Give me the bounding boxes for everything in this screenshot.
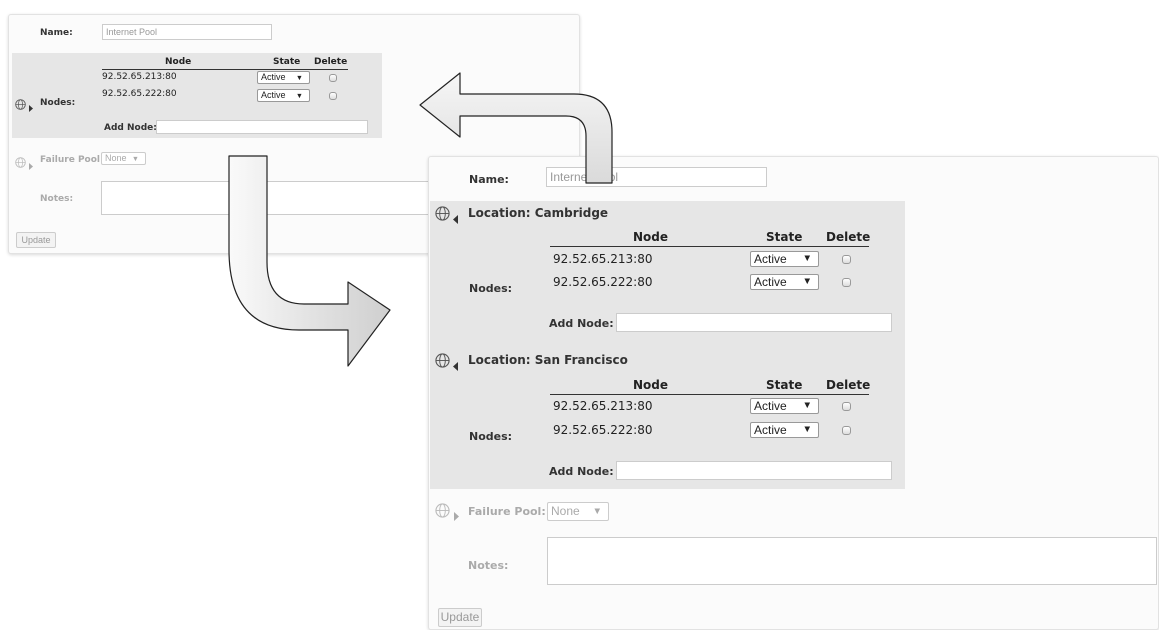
node-column-header: Node [633, 378, 669, 392]
nodes-section: Node State Delete Nodes: 92.52.65.213:80… [12, 53, 382, 138]
state-value: Active [754, 275, 787, 289]
add-node-label: Add Node: [549, 317, 614, 330]
failure-pool-label: Failure Pool: [468, 505, 546, 518]
state-value: Active [754, 252, 787, 266]
state-value: Active [261, 72, 286, 82]
delete-column-header: Delete [314, 57, 348, 67]
failure-pool-value: None [551, 504, 580, 518]
globe-icon [15, 153, 26, 172]
update-button[interactable]: Update [16, 232, 56, 248]
triangle-left-icon[interactable] [453, 209, 458, 228]
table-header-rule [550, 394, 869, 395]
state-select[interactable]: Active ▼ [750, 398, 819, 414]
triangle-right-icon[interactable] [29, 97, 33, 116]
dropdown-arrow-icon: ▼ [802, 400, 813, 411]
nodes-label: Nodes: [469, 430, 513, 443]
add-node-input[interactable] [616, 313, 892, 332]
add-node-label: Add Node: [104, 123, 157, 133]
locations-section: Location: Cambridge Node State Delete 92… [430, 201, 905, 489]
notes-label: Notes: [40, 194, 74, 204]
dropdown-arrow-icon: ▼ [802, 276, 813, 287]
notes-textarea[interactable] [547, 537, 1157, 585]
state-select[interactable]: Active ▼ [750, 274, 819, 290]
state-value: Active [261, 90, 286, 100]
name-label: Name: [40, 28, 73, 38]
dropdown-arrow-icon: ▼ [295, 73, 303, 82]
state-select[interactable]: Active ▼ [750, 251, 819, 267]
node-address: 92.52.65.213:80 [553, 399, 653, 413]
triangle-right-icon[interactable] [454, 506, 459, 525]
table-header-rule [102, 69, 348, 70]
dropdown-arrow-icon: ▼ [295, 91, 303, 100]
triangle-left-icon[interactable] [453, 356, 458, 375]
failure-pool-select[interactable]: None ▼ [101, 152, 146, 165]
delete-column-header: Delete [826, 230, 871, 244]
triangle-right-icon[interactable] [29, 155, 33, 174]
globe-icon [435, 206, 450, 225]
add-node-input[interactable] [156, 120, 368, 134]
globe-icon [15, 95, 26, 114]
update-button[interactable]: Update [438, 608, 482, 627]
state-column-header: State [766, 378, 803, 392]
name-label: Name: [469, 173, 509, 186]
delete-checkbox[interactable] [329, 92, 337, 100]
nodes-label: Nodes: [469, 282, 513, 295]
state-column-header: State [766, 230, 803, 244]
delete-checkbox[interactable] [842, 278, 851, 287]
add-node-label: Add Node: [549, 465, 614, 478]
node-address: 92.52.65.222:80 [553, 423, 653, 437]
dropdown-arrow-icon: ▼ [802, 424, 813, 435]
name-input[interactable]: Internet Pool [546, 167, 767, 187]
state-select[interactable]: Active ▼ [750, 422, 819, 438]
node-address: 92.52.65.222:80 [102, 89, 177, 99]
node-address: 92.52.65.222:80 [553, 275, 653, 289]
dropdown-arrow-icon: ▼ [802, 253, 813, 264]
location-title: Location: Cambridge [468, 206, 609, 220]
delete-checkbox[interactable] [329, 74, 337, 82]
state-select[interactable]: Active ▼ [257, 89, 310, 102]
node-column-header: Node [633, 230, 669, 244]
state-column-header: State [273, 57, 301, 67]
failure-pool-select[interactable]: None ▼ [547, 502, 609, 521]
delete-checkbox[interactable] [842, 426, 851, 435]
globe-icon [435, 503, 450, 522]
add-node-input[interactable] [616, 461, 892, 480]
node-address: 92.52.65.213:80 [553, 252, 653, 266]
delete-checkbox[interactable] [842, 255, 851, 264]
name-input[interactable]: Internet Pool [102, 24, 272, 40]
node-column-header: Node [165, 57, 192, 67]
notes-label: Notes: [468, 559, 509, 572]
state-value: Active [754, 399, 787, 413]
delete-column-header: Delete [826, 378, 871, 392]
location-title: Location: San Francisco [468, 353, 628, 367]
failure-pool-label: Failure Pool: [40, 155, 104, 165]
state-value: Active [754, 423, 787, 437]
state-select[interactable]: Active ▼ [257, 71, 310, 84]
table-header-rule [550, 246, 869, 247]
node-address: 92.52.65.213:80 [102, 72, 177, 82]
delete-checkbox[interactable] [842, 402, 851, 411]
nodes-label: Nodes: [40, 98, 76, 108]
globe-icon [435, 353, 450, 372]
new-pool-form: Name: Internet Pool Location: Cambridge … [428, 156, 1159, 630]
failure-pool-value: None [105, 153, 127, 163]
dropdown-arrow-icon: ▼ [131, 154, 139, 163]
dropdown-arrow-icon: ▼ [592, 506, 603, 517]
